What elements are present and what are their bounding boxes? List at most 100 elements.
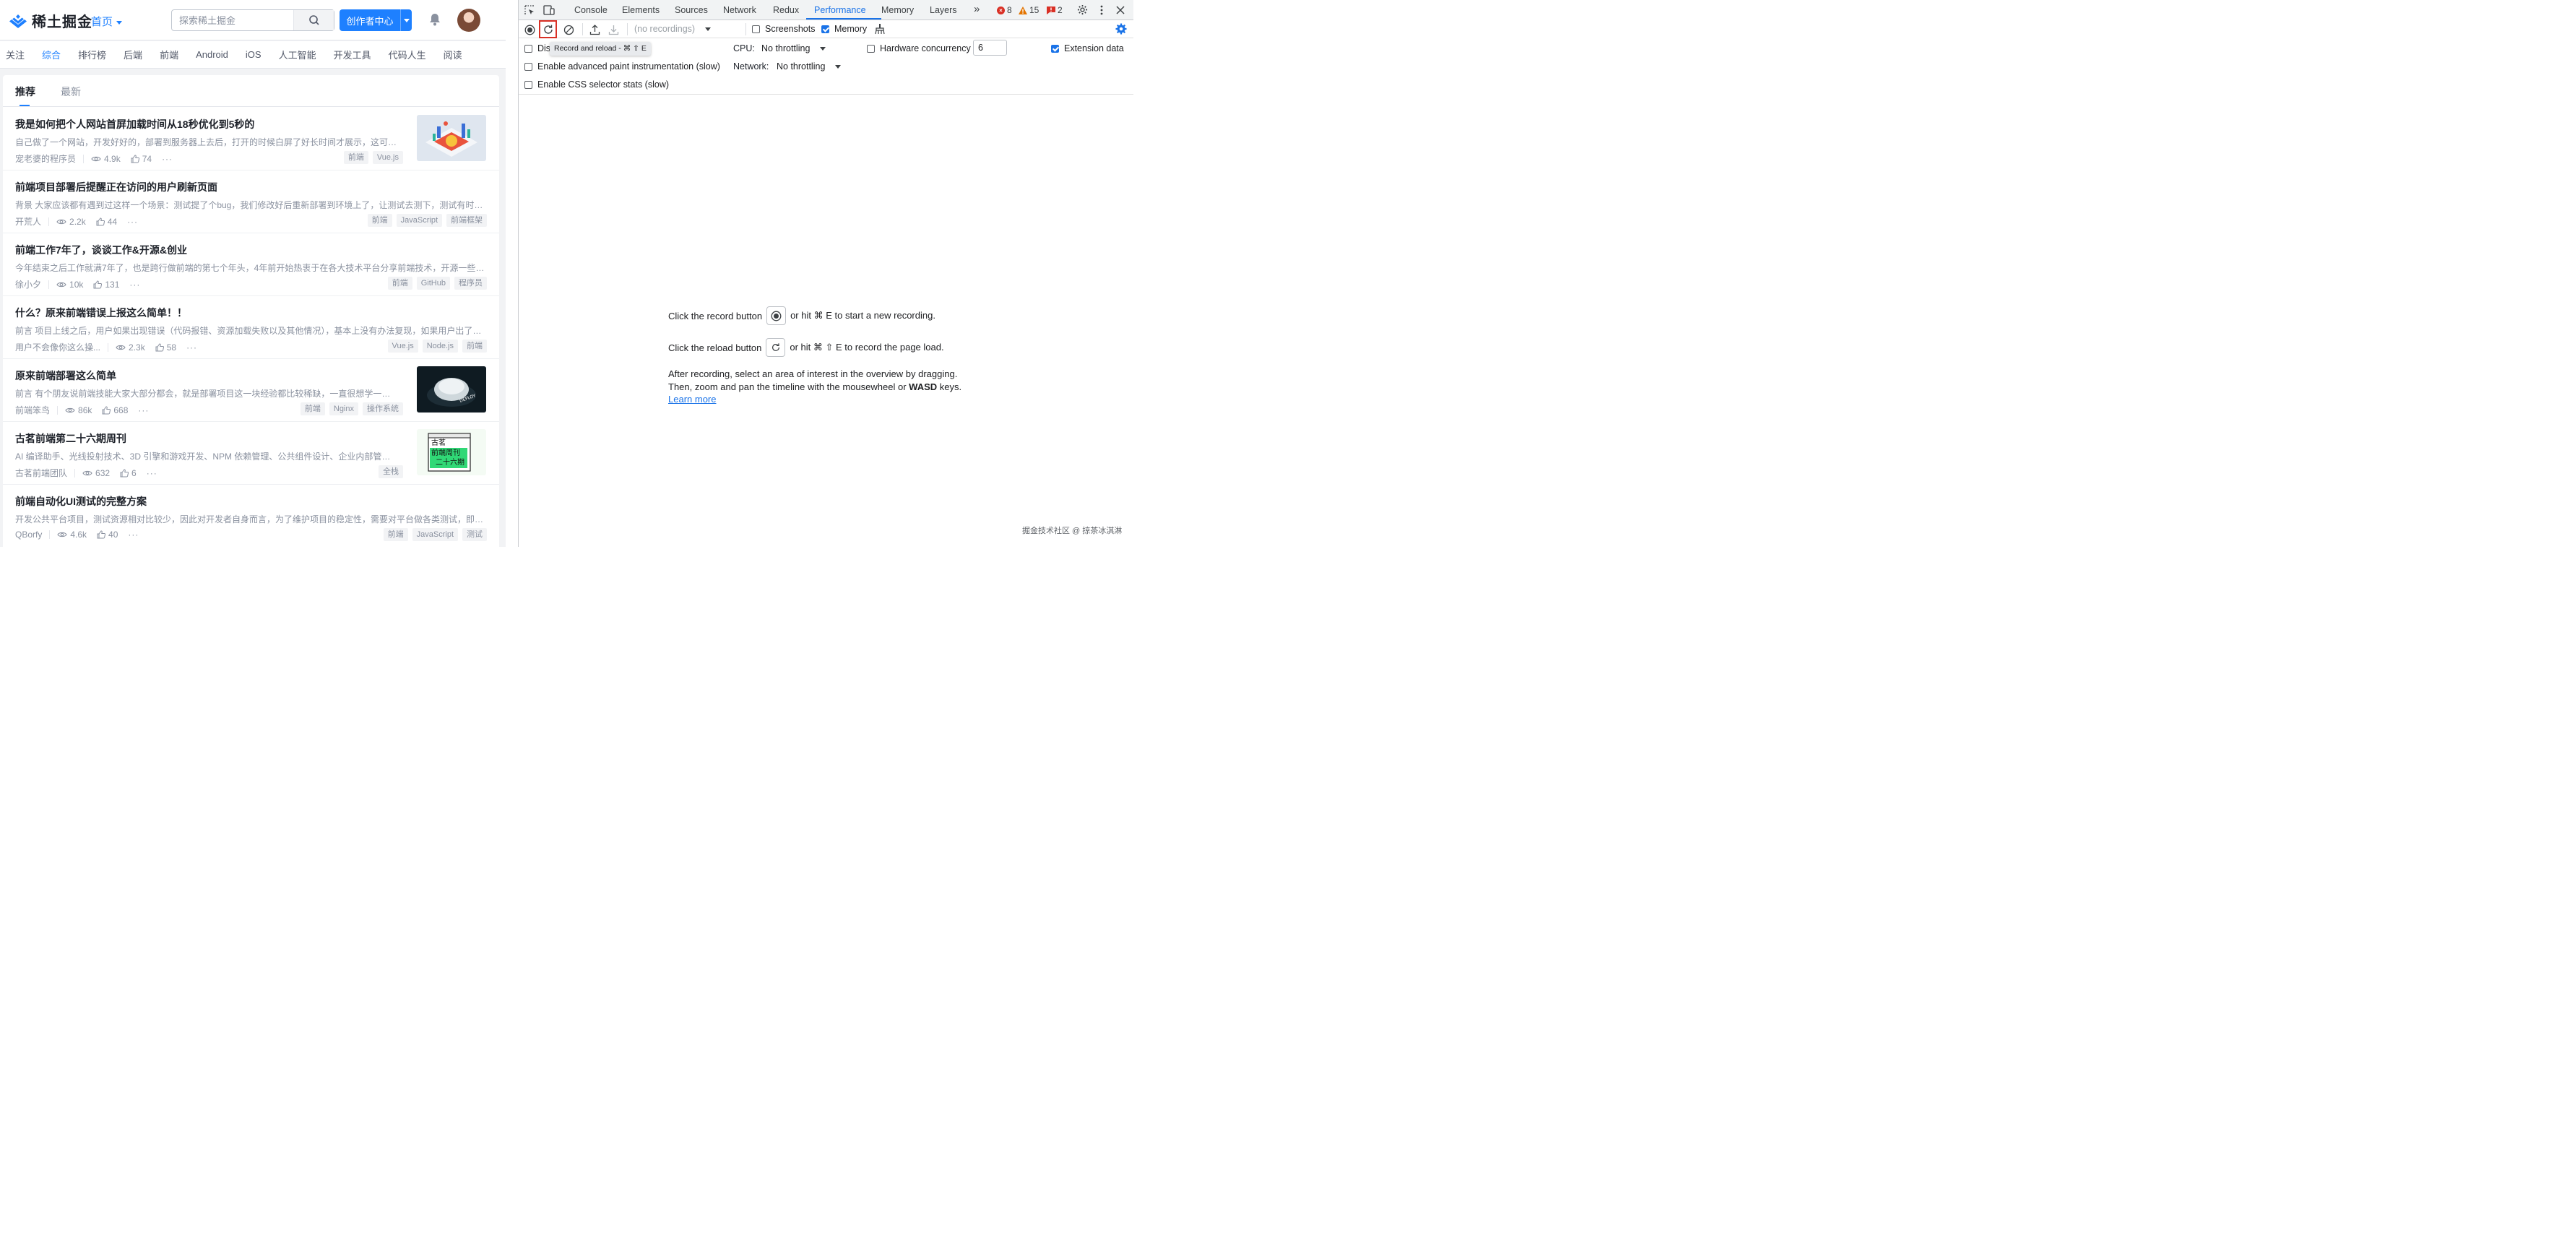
css-selector-stats-checkbox[interactable]: Enable CSS selector stats (slow) <box>524 79 669 90</box>
article-author[interactable]: 古茗前端团队 <box>15 467 67 479</box>
like-count[interactable]: 58 <box>155 342 176 353</box>
article-author[interactable]: 用户不会像你这么操... <box>15 341 100 353</box>
more-actions-icon[interactable]: ··· <box>138 405 149 415</box>
warning-counter[interactable]: 15 <box>1019 5 1039 15</box>
tab-layers[interactable]: Layers <box>930 5 957 15</box>
screenshots-checkbox[interactable]: Screenshots <box>752 24 815 34</box>
article-tag[interactable]: Vue.js <box>372 151 403 164</box>
article-tag[interactable]: 测试 <box>462 528 487 541</box>
like-count[interactable]: 44 <box>96 217 117 227</box>
article-tag[interactable]: 前端 <box>387 277 412 290</box>
disable-javascript-checkbox[interactable]: Dis <box>524 43 550 53</box>
more-actions-icon[interactable]: ··· <box>128 530 139 540</box>
tab-sources[interactable]: Sources <box>675 5 708 15</box>
article-tag[interactable]: 程序员 <box>454 277 487 290</box>
more-actions-icon[interactable]: ··· <box>147 468 157 478</box>
article-title[interactable]: 古茗前端第二十六期周刊 <box>15 431 126 446</box>
article-tag[interactable]: JavaScript <box>412 528 458 541</box>
article-title[interactable]: 前端自动化UI测试的完整方案 <box>15 494 147 509</box>
category-tab[interactable]: 阅读 <box>444 48 462 61</box>
article-tag[interactable]: 前端 <box>383 528 408 541</box>
article-author[interactable]: QBorfy <box>15 530 42 540</box>
article-title[interactable]: 前端工作7年了，谈谈工作&开源&创业 <box>15 243 187 257</box>
creator-center-button[interactable]: 创作者中心 <box>340 9 412 31</box>
more-tabs-chevron-icon[interactable]: » <box>974 3 980 15</box>
recordings-select[interactable]: (no recordings) <box>634 24 711 34</box>
category-tab[interactable]: 人工智能 <box>279 48 316 61</box>
article-thumbnail[interactable]: 古茗 前端周刊 二十六期 <box>417 429 486 475</box>
search-input[interactable] <box>172 10 295 30</box>
article-author[interactable]: 开荒人 <box>15 215 41 228</box>
like-count[interactable]: 40 <box>97 530 118 540</box>
category-tab[interactable]: 前端 <box>160 48 178 61</box>
tab-network[interactable]: Network <box>723 5 756 15</box>
article-tag[interactable]: Vue.js <box>387 340 418 353</box>
article-item[interactable]: 什么？原来前端错误上报这么简单！！ 前言 项目上线之后，用户如果出现错误（代码报错… <box>3 296 499 359</box>
article-item[interactable]: 前端项目部署后提醒正在访问的用户刷新页面 背景 大家应该都有遇到过这样一个场景：测… <box>3 170 499 233</box>
tab-elements[interactable]: Elements <box>622 5 660 15</box>
more-actions-icon[interactable]: ··· <box>162 154 173 164</box>
network-throttling-select[interactable]: No throttling <box>777 61 841 72</box>
article-tag[interactable]: JavaScript <box>396 214 442 227</box>
tab-redux[interactable]: Redux <box>773 5 799 15</box>
settings-gear-icon[interactable] <box>1077 4 1088 15</box>
creator-dropdown-toggle[interactable] <box>400 9 412 31</box>
record-button[interactable] <box>524 24 535 35</box>
like-count[interactable]: 668 <box>102 405 128 415</box>
more-actions-icon[interactable]: ··· <box>129 280 140 290</box>
article-tag[interactable]: 前端 <box>300 402 325 415</box>
article-tag[interactable]: 前端 <box>462 340 487 353</box>
category-tab[interactable]: iOS <box>246 49 262 60</box>
cpu-throttling-select[interactable]: No throttling <box>761 43 826 53</box>
memory-checkbox[interactable]: Memory <box>821 24 867 34</box>
like-count[interactable]: 6 <box>120 468 137 478</box>
save-profile-button[interactable] <box>608 23 619 35</box>
article-tag[interactable]: 前端框架 <box>446 214 487 227</box>
inline-record-button[interactable] <box>766 306 787 325</box>
article-item[interactable]: 我是如何把个人网站首屏加载时间从18秒优化到5秒的 自己做了一个网站，开发好好的，… <box>3 108 499 170</box>
load-profile-button[interactable] <box>589 23 600 35</box>
search-button[interactable] <box>293 10 334 30</box>
more-actions-icon[interactable]: ··· <box>186 342 197 353</box>
extension-data-checkbox[interactable]: Extension data <box>1051 43 1124 53</box>
home-nav-dropdown[interactable]: 首页 <box>91 14 122 29</box>
issues-counter[interactable]: 2 <box>1047 5 1063 15</box>
close-devtools-icon[interactable] <box>1116 6 1125 14</box>
article-tag[interactable]: Nginx <box>329 402 358 415</box>
article-title[interactable]: 原来前端部署这么简单 <box>15 368 116 383</box>
tab-recommended[interactable]: 推荐 <box>15 85 35 106</box>
category-tab[interactable]: 后端 <box>124 48 142 61</box>
article-title[interactable]: 什么？原来前端错误上报这么简单！！ <box>15 306 187 320</box>
tab-console[interactable]: Console <box>574 5 608 15</box>
article-item[interactable]: 前端自动化UI测试的完整方案 开发公共平台项目，测试资源相对比较少，因此对开发者自… <box>3 485 499 547</box>
category-tab[interactable]: 开发工具 <box>334 48 371 61</box>
article-thumbnail[interactable]: DEPLOY <box>417 366 486 412</box>
clear-button[interactable] <box>563 24 574 35</box>
error-counter[interactable]: × 8 <box>997 5 1012 15</box>
more-actions-icon[interactable]: ··· <box>127 217 138 227</box>
article-title[interactable]: 我是如何把个人网站首屏加载时间从18秒优化到5秒的 <box>15 117 254 131</box>
article-item[interactable]: 前端工作7年了，谈谈工作&开源&创业 今年结束之后工作就满7年了，也是跨行做前端的… <box>3 233 499 296</box>
tab-memory[interactable]: Memory <box>881 5 914 15</box>
article-item[interactable]: 古茗前端第二十六期周刊 AI 编译助手、光线投射技术、3D 引擎和游戏开发、NPM… <box>3 422 499 485</box>
kebab-menu-icon[interactable] <box>1099 5 1104 15</box>
hardware-concurrency-input[interactable]: 6 <box>973 40 1007 56</box>
inline-reload-button[interactable] <box>766 338 786 357</box>
article-tag[interactable]: 前端 <box>367 214 392 227</box>
user-avatar[interactable] <box>457 9 480 32</box>
like-count[interactable]: 74 <box>131 154 152 164</box>
record-and-reload-button[interactable] <box>539 20 557 38</box>
notification-bell-icon[interactable] <box>428 12 442 27</box>
capture-settings-gear-icon[interactable] <box>1115 23 1127 35</box>
tab-latest[interactable]: 最新 <box>61 85 81 99</box>
article-tag[interactable]: Node.js <box>422 340 458 353</box>
category-tab[interactable]: Android <box>196 49 228 60</box>
tab-performance[interactable]: Performance <box>814 5 866 15</box>
category-tab[interactable]: 排行榜 <box>78 48 106 61</box>
article-item[interactable]: 原来前端部署这么简单 前言 有个朋友说前端技能大家大部分都会，就是部署项目这一块经… <box>3 359 499 422</box>
category-tab[interactable]: 关注 <box>6 48 25 61</box>
article-tag[interactable]: 操作系统 <box>363 402 403 415</box>
article-author[interactable]: 徐小夕 <box>15 278 41 290</box>
device-toolbar-icon[interactable] <box>543 5 555 15</box>
article-title[interactable]: 前端项目部署后提醒正在访问的用户刷新页面 <box>15 180 217 194</box>
